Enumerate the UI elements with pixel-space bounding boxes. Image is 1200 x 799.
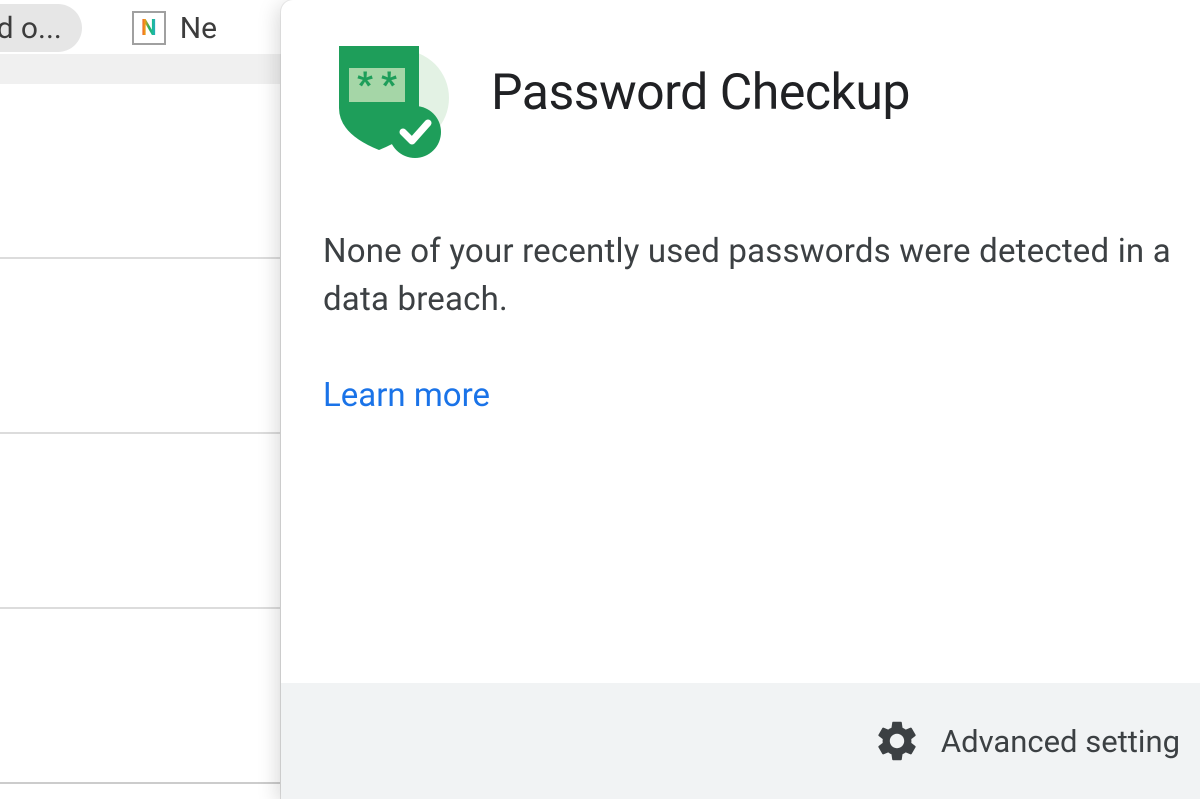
page-content-background	[0, 84, 280, 799]
popup-message: None of your recently used passwords wer…	[323, 228, 1178, 324]
popup-header: * * Password Checkup	[281, 0, 1200, 158]
bookmark-item[interactable]: N Ne	[120, 4, 229, 52]
gear-icon[interactable]	[873, 717, 921, 765]
table-row	[0, 434, 280, 609]
table-row	[0, 609, 280, 784]
table-row	[0, 84, 280, 259]
bookmark-label: Ne	[180, 11, 217, 46]
advanced-settings-button[interactable]: Advanced setting	[941, 723, 1180, 760]
popup-title: Password Checkup	[491, 64, 910, 122]
popup-body: None of your recently used passwords wer…	[281, 158, 1200, 415]
n-favicon-icon: N	[132, 11, 166, 45]
bookmark-label: nd o...	[0, 11, 62, 46]
learn-more-link[interactable]: Learn more	[323, 376, 490, 415]
svg-text:*: *	[381, 65, 397, 105]
password-checkup-popup: * * Password Checkup None of your recent…	[281, 0, 1200, 799]
svg-text:*: *	[357, 65, 373, 105]
popup-footer: Advanced setting	[281, 683, 1200, 799]
bookmark-item-truncated[interactable]: nd o...	[0, 4, 82, 52]
table-row	[0, 259, 280, 434]
shield-checkmark-icon: * *	[319, 28, 449, 158]
